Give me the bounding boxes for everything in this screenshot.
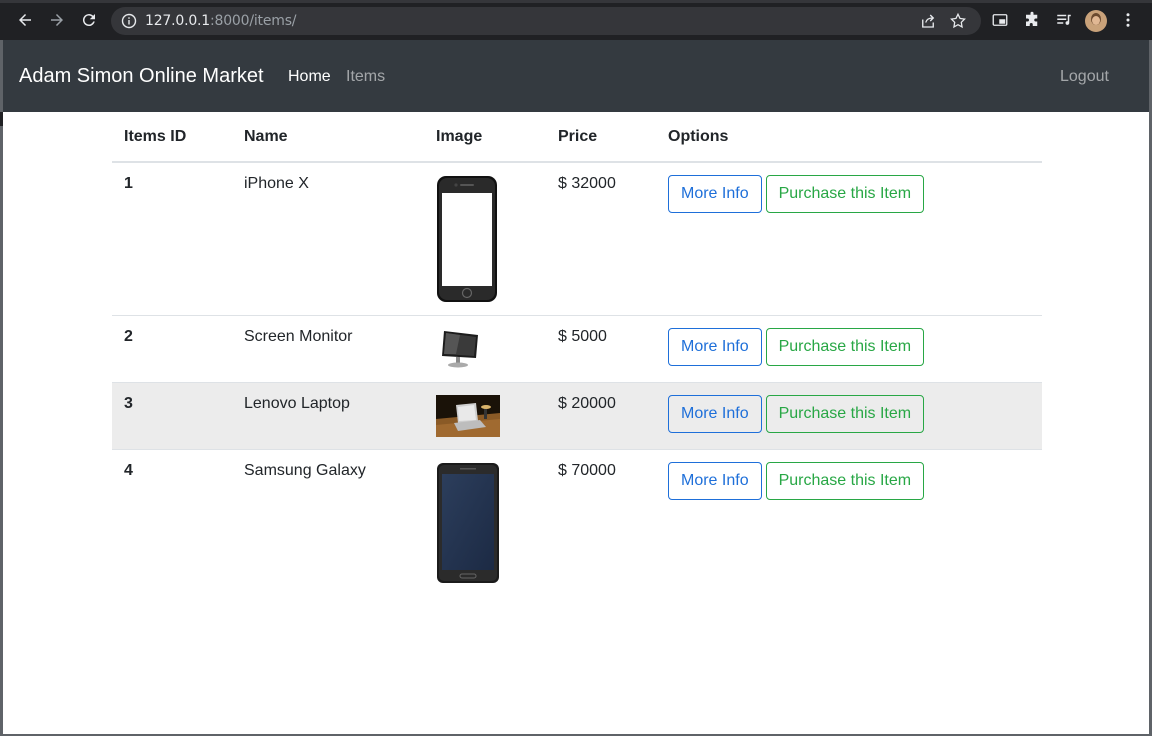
- item-name: Lenovo Laptop: [232, 382, 424, 450]
- bookmark-star-icon[interactable]: [949, 12, 967, 30]
- nav-home-link[interactable]: Home: [288, 68, 331, 86]
- table-header-row: Items ID Name Image Price Options: [112, 112, 1042, 163]
- profile-avatar[interactable]: [1085, 10, 1107, 32]
- item-options: More Info Purchase this Item: [656, 161, 1042, 316]
- iphone-image: [437, 176, 497, 302]
- purchase-item-button[interactable]: Purchase this Item: [765, 395, 925, 433]
- brand-link[interactable]: Adam Simon Online Market: [19, 65, 264, 88]
- purchase-item-button[interactable]: Purchase this Item: [765, 175, 925, 213]
- reload-icon[interactable]: [77, 8, 101, 32]
- extensions-puzzle-icon[interactable]: [1020, 8, 1044, 32]
- table-row: 4 Samsung Galaxy $ 70000 More Info Purch…: [112, 449, 1042, 596]
- share-icon[interactable]: [919, 12, 937, 30]
- nav-logout-link[interactable]: Logout: [1060, 68, 1109, 86]
- browser-toolbar: 127.0.0.1:8000/items/: [0, 0, 1152, 40]
- more-info-button[interactable]: More Info: [668, 328, 762, 366]
- url-host: 127.0.0.1: [145, 13, 210, 29]
- monitor-image: [442, 331, 478, 368]
- nav-items-link[interactable]: Items: [346, 68, 385, 86]
- header-items-id: Items ID: [112, 112, 232, 163]
- item-image-cell: [424, 382, 546, 450]
- item-options: More Info Purchase this Item: [656, 449, 1042, 596]
- item-price: $ 70000: [546, 449, 656, 596]
- item-image-cell: [424, 315, 546, 383]
- items-table: Items ID Name Image Price Options 1 iPho…: [112, 112, 1042, 596]
- header-price: Price: [546, 112, 656, 163]
- media-queue-icon[interactable]: [1052, 8, 1076, 32]
- item-id: 4: [112, 449, 232, 596]
- back-icon[interactable]: [13, 8, 37, 32]
- header-name: Name: [232, 112, 424, 163]
- item-image-cell: [424, 449, 546, 596]
- picture-in-picture-icon[interactable]: [988, 8, 1012, 32]
- item-id: 3: [112, 382, 232, 450]
- purchase-item-button[interactable]: Purchase this Item: [765, 328, 925, 366]
- item-options: More Info Purchase this Item: [656, 315, 1042, 383]
- tab-strip: [0, 0, 1152, 3]
- address-bar[interactable]: 127.0.0.1:8000/items/: [111, 7, 981, 35]
- item-id: 1: [112, 161, 232, 316]
- table-row: 1 iPhone X $ 32000 More Info Purchase th…: [112, 161, 1042, 316]
- item-price: $ 20000: [546, 382, 656, 450]
- item-id: 2: [112, 315, 232, 383]
- site-info-icon[interactable]: [121, 13, 137, 29]
- more-info-button[interactable]: More Info: [668, 462, 762, 500]
- header-options: Options: [656, 112, 1042, 163]
- laptop-image: [436, 395, 500, 437]
- galaxy-image: [437, 463, 499, 583]
- more-info-button[interactable]: More Info: [668, 395, 762, 433]
- item-price: $ 5000: [546, 315, 656, 383]
- item-name: Samsung Galaxy: [232, 449, 424, 596]
- table-row: 3 Lenovo Laptop $ 20000 More Info Purcha…: [112, 382, 1042, 450]
- site-navbar: Adam Simon Online Market Home Items Logo…: [3, 40, 1149, 112]
- items-table-container: Items ID Name Image Price Options 1 iPho…: [112, 112, 1042, 596]
- item-name: iPhone X: [232, 161, 424, 316]
- url-path: :8000/items/: [210, 13, 297, 29]
- more-info-button[interactable]: More Info: [668, 175, 762, 213]
- menu-kebab-icon[interactable]: [1116, 8, 1140, 32]
- forward-icon[interactable]: [45, 8, 69, 32]
- url-text[interactable]: 127.0.0.1:8000/items/: [145, 13, 297, 29]
- table-row: 2 Screen Monitor $ 5000 More Info Purcha…: [112, 315, 1042, 383]
- header-image: Image: [424, 112, 546, 163]
- purchase-item-button[interactable]: Purchase this Item: [765, 462, 925, 500]
- item-name: Screen Monitor: [232, 315, 424, 383]
- item-options: More Info Purchase this Item: [656, 382, 1042, 450]
- page-viewport: Adam Simon Online Market Home Items Logo…: [3, 40, 1149, 734]
- window-edge-marker: [0, 112, 3, 126]
- item-price: $ 32000: [546, 161, 656, 316]
- item-image-cell: [424, 161, 546, 316]
